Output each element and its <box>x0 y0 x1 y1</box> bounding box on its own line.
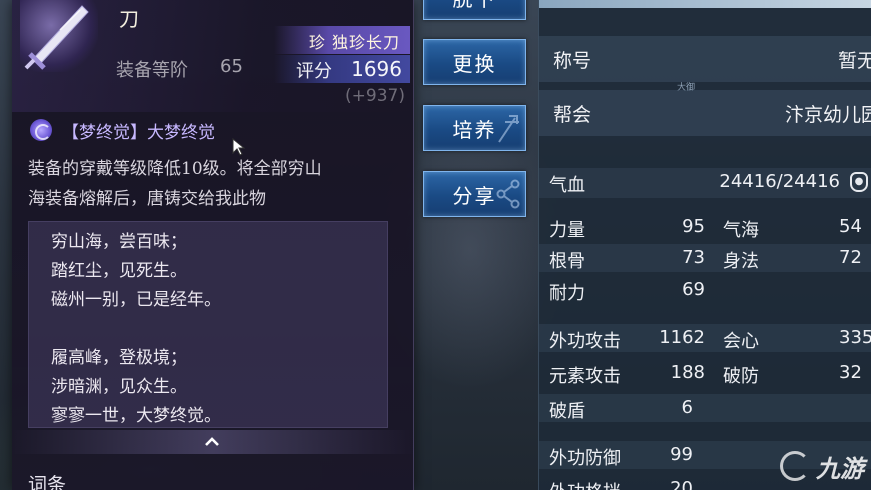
score-value: 1696 <box>351 57 402 81</box>
score-delta: (+937) <box>345 86 405 106</box>
set-title: 【梦终觉】大梦终觉 <box>62 122 215 143</box>
stat-label: 根骨 <box>549 251 585 272</box>
potion-icon: ● <box>850 172 868 192</box>
guild-value: 汴京幼儿园 <box>784 104 871 126</box>
stat-value: 20 <box>670 478 693 490</box>
description-line: 装备的穿戴等级降低10级。将全部穷山 <box>28 159 322 179</box>
sword-icon <box>20 0 98 72</box>
stat-label: 破防 <box>723 366 759 387</box>
share-label: 分享 <box>452 183 497 208</box>
poem-line: 履高峰，登极境； <box>51 348 187 368</box>
share-button[interactable]: 分享 <box>423 171 526 217</box>
stat-row: 耐力 69 <box>539 276 871 304</box>
stat-label: 外功攻击 <box>549 331 621 352</box>
hp-label: 气血 <box>549 175 585 196</box>
stat-label: 元素攻击 <box>549 366 621 387</box>
stat-label: 气海 <box>723 220 759 241</box>
stat-value: 99 <box>670 444 693 465</box>
replace-label: 更换 <box>452 51 497 76</box>
stat-value: 95 <box>682 216 705 237</box>
flavor-text-box: 穷山海，尝百味； 踏红尘，见死生。 磁州一别，已是经年。 履高峰，登极境； 涉暗… <box>28 221 388 428</box>
collapse-toggle[interactable] <box>12 430 413 454</box>
stat-label: 会心 <box>723 331 759 352</box>
stat-row: 破盾 6 <box>539 394 871 422</box>
stat-value: 32 <box>839 362 862 383</box>
rarity-text: 珍 独珍长刀 <box>308 33 400 52</box>
item-description: 装备的穿戴等级降低10级。将全部穷山 海装备熔解后，唐铸交给我此物 <box>28 154 408 214</box>
item-name: 刀 <box>119 7 139 31</box>
stat-label: 身法 <box>723 251 759 272</box>
title-row: 称号 暂无 <box>539 36 871 82</box>
set-bonus-row[interactable]: 【梦终觉】大梦终觉 <box>30 118 215 143</box>
stat-value: 188 <box>670 362 705 383</box>
score-banner: 评分 1696 <box>274 55 410 83</box>
title-value: 暂无 <box>837 50 871 72</box>
jiuyou-watermark: 九游 <box>780 446 870 486</box>
trident-deco-icon <box>498 115 519 143</box>
character-stats-panel: 称号 暂无 大御 帮会 汴京幼儿园 气血 24416/24416 ● 力量 95… <box>538 0 871 490</box>
chevron-up-icon <box>202 432 222 452</box>
stat-label: 耐力 <box>549 283 585 304</box>
stat-label: 外功防御 <box>549 448 621 469</box>
title-label: 称号 <box>553 50 592 72</box>
hp-value: 24416/24416 <box>719 171 840 192</box>
cultivate-button[interactable]: 培养 <box>423 105 526 151</box>
stat-label: 力量 <box>549 220 585 241</box>
guild-label: 帮会 <box>553 104 592 126</box>
stat-row: 力量 95 气海 54 <box>539 213 871 241</box>
cultivate-label: 培养 <box>452 117 497 142</box>
cursor-arrow-icon <box>232 138 246 156</box>
panel-top-bar <box>539 0 871 8</box>
stat-value: 6 <box>681 397 693 418</box>
stat-value: 69 <box>682 279 705 300</box>
rarity-banner: 珍 独珍长刀 <box>274 26 410 54</box>
description-line: 海装备熔解后，唐铸交给我此物 <box>28 189 266 209</box>
jiuyou-logo-icon <box>780 451 810 481</box>
poem-line: 涉暗渊，见众生。 <box>51 377 187 397</box>
stat-value: 54 <box>839 216 862 237</box>
poem-line: 踏红尘，见死生。 <box>51 261 187 281</box>
stat-label: 破盾 <box>549 401 585 422</box>
affix-section-title: 词条 <box>28 474 67 490</box>
replace-button[interactable]: 更换 <box>423 39 526 85</box>
stat-value: 72 <box>839 247 862 268</box>
equip-tier-label: 装备等阶 <box>116 60 188 81</box>
equip-tier-value: 65 <box>220 56 243 77</box>
stat-label: 外功格挡 <box>549 478 621 490</box>
poem-line: 寥寥一世，大梦终觉。 <box>51 406 221 426</box>
stat-value: 73 <box>682 247 705 268</box>
share-icon <box>496 179 520 209</box>
score-label: 评分 <box>296 61 332 82</box>
stat-row: 根骨 73 身法 72 <box>539 244 871 272</box>
set-swirl-icon <box>30 119 52 141</box>
stat-row: 元素攻击 188 破防 32 <box>539 359 871 387</box>
hp-row: 气血 24416/24416 ● <box>539 168 871 198</box>
stat-value: 1162 <box>659 327 705 348</box>
item-detail-panel: 刀 珍 独珍长刀 装备等阶 65 评分 1696 (+937) 【梦终觉】大梦终… <box>12 0 414 490</box>
stat-row: 外功攻击 1162 会心 335 <box>539 324 871 352</box>
poem-line: 穷山海，尝百味； <box>51 232 187 252</box>
unequip-button[interactable]: 脱下 <box>423 0 526 20</box>
guild-row: 帮会 汴京幼儿园 <box>539 90 871 136</box>
watermark-text: 九游 <box>816 454 864 483</box>
poem-line: 磁州一别，已是经年。 <box>51 290 221 310</box>
stat-value: 335 <box>839 327 871 348</box>
